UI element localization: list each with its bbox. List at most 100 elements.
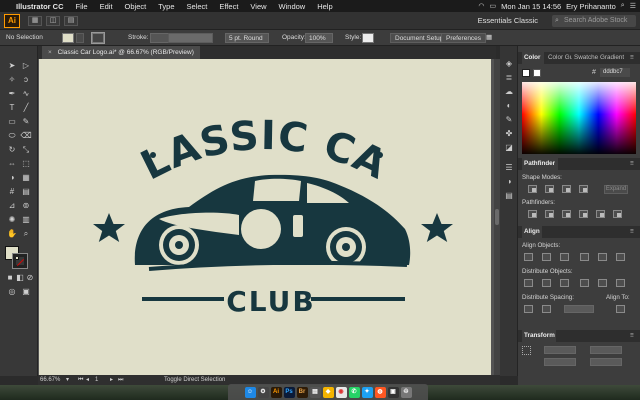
- minus-back-button[interactable]: [613, 210, 622, 218]
- transform-h-field[interactable]: [590, 358, 622, 366]
- menu-edit[interactable]: Edit: [100, 2, 113, 11]
- transform-menu-icon[interactable]: ≡: [628, 330, 638, 342]
- tab-align[interactable]: Align: [522, 226, 542, 238]
- intersect-button[interactable]: [562, 185, 571, 193]
- menu-app-name[interactable]: Illustrator CC: [16, 2, 64, 11]
- tab-color-guide[interactable]: Color Gu: [546, 52, 572, 64]
- artboard-last-icon[interactable]: ⏭: [118, 375, 123, 385]
- tab-transform[interactable]: Transform: [522, 330, 556, 342]
- perspective-grid-icon[interactable]: ▦: [20, 172, 32, 183]
- variable-width-profile[interactable]: [168, 33, 213, 43]
- stroke-swatch[interactable]: [91, 32, 105, 44]
- shape-builder-icon[interactable]: ◑: [6, 172, 18, 183]
- fill-dropdown[interactable]: [76, 33, 84, 43]
- libraries-icon[interactable]: ☁: [503, 86, 515, 97]
- symbols-icon[interactable]: ✤: [503, 128, 515, 139]
- rotate-tool-icon[interactable]: ↻: [6, 144, 18, 155]
- gradient-panel-icon[interactable]: ▤: [503, 190, 515, 201]
- menu-object[interactable]: Object: [125, 2, 147, 11]
- distribute-bottom-button[interactable]: [560, 279, 569, 287]
- properties-icon[interactable]: ◈: [503, 58, 515, 69]
- align-left-button[interactable]: [524, 253, 533, 261]
- stroke-color-box[interactable]: [12, 253, 28, 269]
- firefox-dock-icon[interactable]: ◍: [374, 386, 386, 398]
- graphic-style-swatch[interactable]: [362, 33, 374, 43]
- transform-x-field[interactable]: [544, 346, 576, 354]
- document-tab[interactable]: × Classic Car Logo.ai* @ 66.67% (RGB/Pre…: [42, 46, 200, 59]
- illustrator-dock-icon[interactable]: Ai: [270, 386, 282, 398]
- hex-color-field[interactable]: dddbc7: [600, 68, 630, 77]
- menu-type[interactable]: Type: [158, 2, 174, 11]
- clock[interactable]: Mon Jan 15 14:56: [501, 2, 561, 11]
- draw-mode-icon[interactable]: ◎: [6, 286, 18, 297]
- preferences-button[interactable]: Preferences: [441, 33, 487, 43]
- bridge-dock-icon[interactable]: Br: [296, 386, 308, 398]
- divide-button[interactable]: [528, 210, 537, 218]
- bridge-button[interactable]: ▦: [28, 16, 42, 26]
- whatsapp-dock-icon[interactable]: ✆: [348, 386, 360, 398]
- reference-point-icon[interactable]: [522, 346, 531, 355]
- align-top-button[interactable]: [580, 253, 589, 261]
- curvature-tool-icon[interactable]: ∿: [20, 88, 32, 99]
- direct-selection-tool-icon[interactable]: ▷: [20, 60, 32, 71]
- transform-w-field[interactable]: [590, 346, 622, 354]
- none-mode-icon[interactable]: ⊘: [24, 272, 36, 283]
- panel-menu-icon[interactable]: ≡: [628, 52, 638, 64]
- arrange-icon[interactable]: ▦: [486, 33, 492, 43]
- type-tool-icon[interactable]: T: [6, 102, 18, 113]
- pathfinder-menu-icon[interactable]: ≡: [628, 158, 638, 170]
- finder-icon[interactable]: ☺: [244, 386, 256, 398]
- menu-select[interactable]: Select: [187, 2, 208, 11]
- align-hcenter-button[interactable]: [542, 253, 551, 261]
- zoom-dropdown-icon[interactable]: ▾: [66, 375, 69, 385]
- scale-tool-icon[interactable]: ⤡: [20, 144, 32, 155]
- menu-help[interactable]: Help: [317, 2, 332, 11]
- width-tool-icon[interactable]: ⇔: [6, 158, 18, 169]
- artboard[interactable]: CLASSIC CAR: [38, 59, 491, 375]
- distribute-vspace-button[interactable]: [524, 305, 533, 313]
- brushes-icon[interactable]: ✎: [503, 114, 515, 125]
- opacity-field[interactable]: 100%: [305, 33, 333, 43]
- align-right-button[interactable]: [560, 253, 569, 261]
- color-fill-indicator[interactable]: [522, 69, 530, 77]
- appearance-icon[interactable]: ◐: [503, 100, 515, 111]
- paintbrush-icon[interactable]: ✎: [20, 116, 32, 127]
- document-setup-button[interactable]: Document Setup: [390, 33, 449, 43]
- transparency-icon[interactable]: ◑: [503, 176, 515, 187]
- spotlight-icon[interactable]: ⌕: [621, 2, 625, 10]
- graph-tool-icon[interactable]: ▥: [20, 214, 32, 225]
- sketch-dock-icon[interactable]: ◆: [322, 386, 334, 398]
- distribute-right-button[interactable]: [616, 279, 625, 287]
- screen-mode-icon[interactable]: ▣: [20, 286, 32, 297]
- distribute-left-button[interactable]: [580, 279, 589, 287]
- menu-effect[interactable]: Effect: [219, 2, 238, 11]
- terminal-dock-icon[interactable]: ▣: [387, 386, 399, 398]
- scroll-thumb[interactable]: [495, 209, 499, 225]
- distribute-top-button[interactable]: [524, 279, 533, 287]
- shaper-tool-icon[interactable]: ⬭: [6, 130, 18, 141]
- artboard-next-icon[interactable]: ▸: [110, 375, 113, 385]
- line-tool-icon[interactable]: ╱: [20, 102, 32, 113]
- zoom-tool-icon[interactable]: ⌕: [20, 228, 32, 239]
- crop-button[interactable]: [579, 210, 588, 218]
- outline-button[interactable]: [596, 210, 605, 218]
- artboard-number[interactable]: 1: [95, 375, 98, 385]
- distribute-hcenter-button[interactable]: [598, 279, 607, 287]
- eraser-icon[interactable]: ⌫: [20, 130, 32, 141]
- tab-close-icon[interactable]: ×: [48, 49, 52, 56]
- expand-button[interactable]: Expand: [604, 185, 628, 194]
- zoom-level[interactable]: 66.67%: [40, 375, 60, 385]
- tab-pathfinder[interactable]: Pathfinder: [522, 158, 558, 170]
- align-vcenter-button[interactable]: [598, 253, 607, 261]
- trim-button[interactable]: [545, 210, 554, 218]
- layers-icon[interactable]: ≣: [503, 72, 515, 83]
- rectangle-tool-icon[interactable]: ▭: [6, 116, 18, 127]
- canvas-area[interactable]: CLASSIC CAR: [38, 59, 494, 375]
- stock-button[interactable]: ◫: [46, 16, 60, 26]
- color-stroke-indicator[interactable]: [533, 69, 541, 77]
- adobe-stock-search[interactable]: ⌕ Search Adobe Stock: [552, 15, 636, 27]
- align-menu-icon[interactable]: ≡: [628, 226, 638, 238]
- logo-artwork[interactable]: CLASSIC CAR: [38, 59, 491, 375]
- arrange-documents-button[interactable]: ▤: [64, 16, 78, 26]
- tab-color[interactable]: Color: [522, 52, 544, 64]
